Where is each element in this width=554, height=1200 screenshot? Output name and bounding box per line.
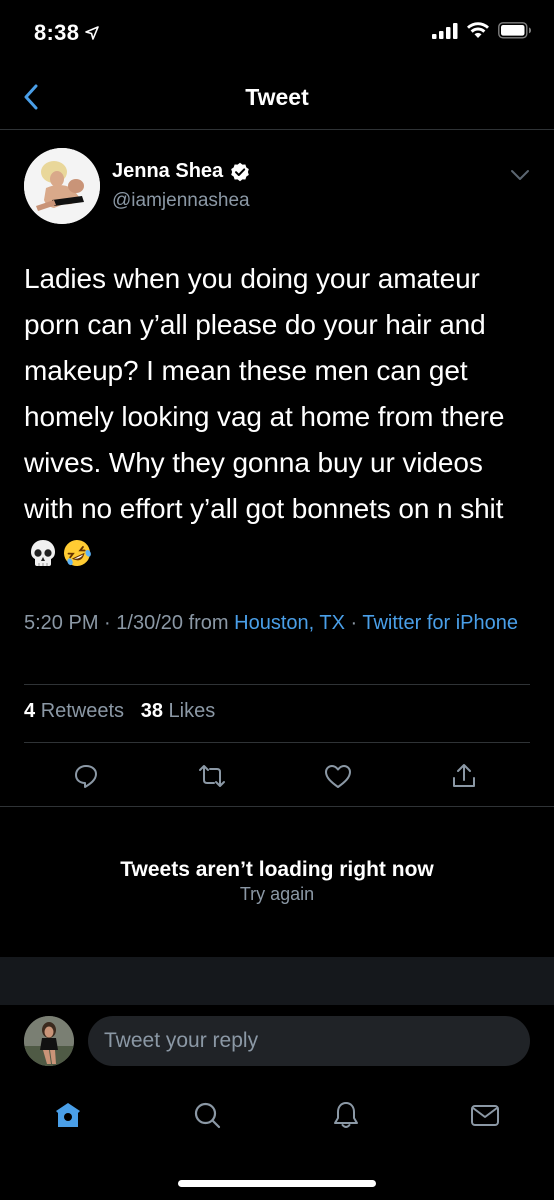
likes-count: 38 (140, 700, 163, 722)
reply-input[interactable] (88, 1016, 530, 1066)
tweet-location-link[interactable]: Houston, TX (234, 612, 345, 634)
bottom-tab-bar (0, 1090, 554, 1140)
tweet-date: 1/30/20 (116, 612, 183, 634)
battery-icon (498, 22, 531, 39)
retweet-icon (199, 765, 225, 787)
divider (24, 742, 530, 743)
tweet-from-label: from (188, 612, 229, 634)
status-time: 8:38 (34, 20, 100, 46)
laughing-emoji (62, 536, 92, 566)
author-name-row: Jenna Shea (112, 160, 250, 183)
replies-error-title: Tweets aren’t loading right now (120, 858, 434, 881)
retweet-button[interactable] (196, 760, 228, 792)
search-icon (194, 1102, 221, 1129)
author-avatar[interactable] (24, 148, 100, 224)
like-button[interactable] (322, 760, 354, 792)
tab-home[interactable] (51, 1098, 85, 1132)
share-icon (453, 764, 475, 787)
status-icons (432, 22, 532, 39)
like-icon (325, 765, 351, 788)
retweets-count: 4 (24, 700, 36, 722)
share-button[interactable] (448, 760, 480, 792)
try-again-button[interactable]: Try again (0, 884, 554, 905)
home-indicator[interactable] (178, 1180, 376, 1187)
tab-messages[interactable] (468, 1098, 502, 1132)
retweets-stat[interactable]: 4 Retweets (24, 700, 124, 722)
wifi-icon (467, 22, 489, 38)
reply-button[interactable] (70, 760, 102, 792)
tab-search[interactable] (190, 1098, 224, 1132)
retweets-label: Retweets (40, 700, 125, 722)
tweet-text-content: Ladies when you doing your amateur porn … (24, 263, 505, 524)
messages-icon (471, 1105, 499, 1126)
home-icon (56, 1103, 80, 1127)
my-avatar-image (24, 1016, 74, 1066)
tweet-client-link[interactable]: Twitter for iPhone (362, 612, 518, 634)
tweet-options-button[interactable] (508, 165, 532, 185)
skull-icon (31, 540, 55, 566)
tab-notifications[interactable] (329, 1098, 363, 1132)
location-arrow-icon (85, 26, 100, 40)
reply-icon (75, 765, 97, 788)
verified-badge-icon (231, 162, 249, 181)
page-title: Tweet (245, 84, 309, 110)
notifications-icon (334, 1102, 358, 1128)
author-avatar-image (24, 148, 100, 224)
author-handle[interactable]: @iamjennashea (112, 190, 250, 212)
divider (24, 684, 530, 685)
my-avatar[interactable] (24, 1016, 74, 1066)
tweet-stats: 4 Retweets 38 Likes (24, 700, 215, 723)
nav-bar: Tweet (0, 64, 554, 130)
likes-stat[interactable]: 38 Likes (141, 700, 216, 722)
section-separator (0, 957, 554, 1005)
cellular-signal-icon (432, 22, 458, 39)
tweet-actions (0, 750, 554, 806)
rolling-on-the-floor-laughing-icon (64, 540, 91, 566)
likes-label: Likes (168, 700, 216, 722)
status-bar: 8:38 (0, 0, 554, 64)
tweet-meta: 5:20 PM · 1/30/20 from Houston, TX · Twi… (24, 612, 518, 634)
author-name[interactable]: Jenna Shea (112, 160, 223, 183)
section-divider (0, 806, 554, 807)
tweet-text: Ladies when you doing your amateur porn … (24, 256, 539, 578)
chevron-down-icon (511, 170, 529, 180)
skull-emoji (28, 536, 58, 566)
tweet-time: 5:20 PM (24, 612, 99, 634)
status-time-text: 8:38 (34, 20, 80, 45)
